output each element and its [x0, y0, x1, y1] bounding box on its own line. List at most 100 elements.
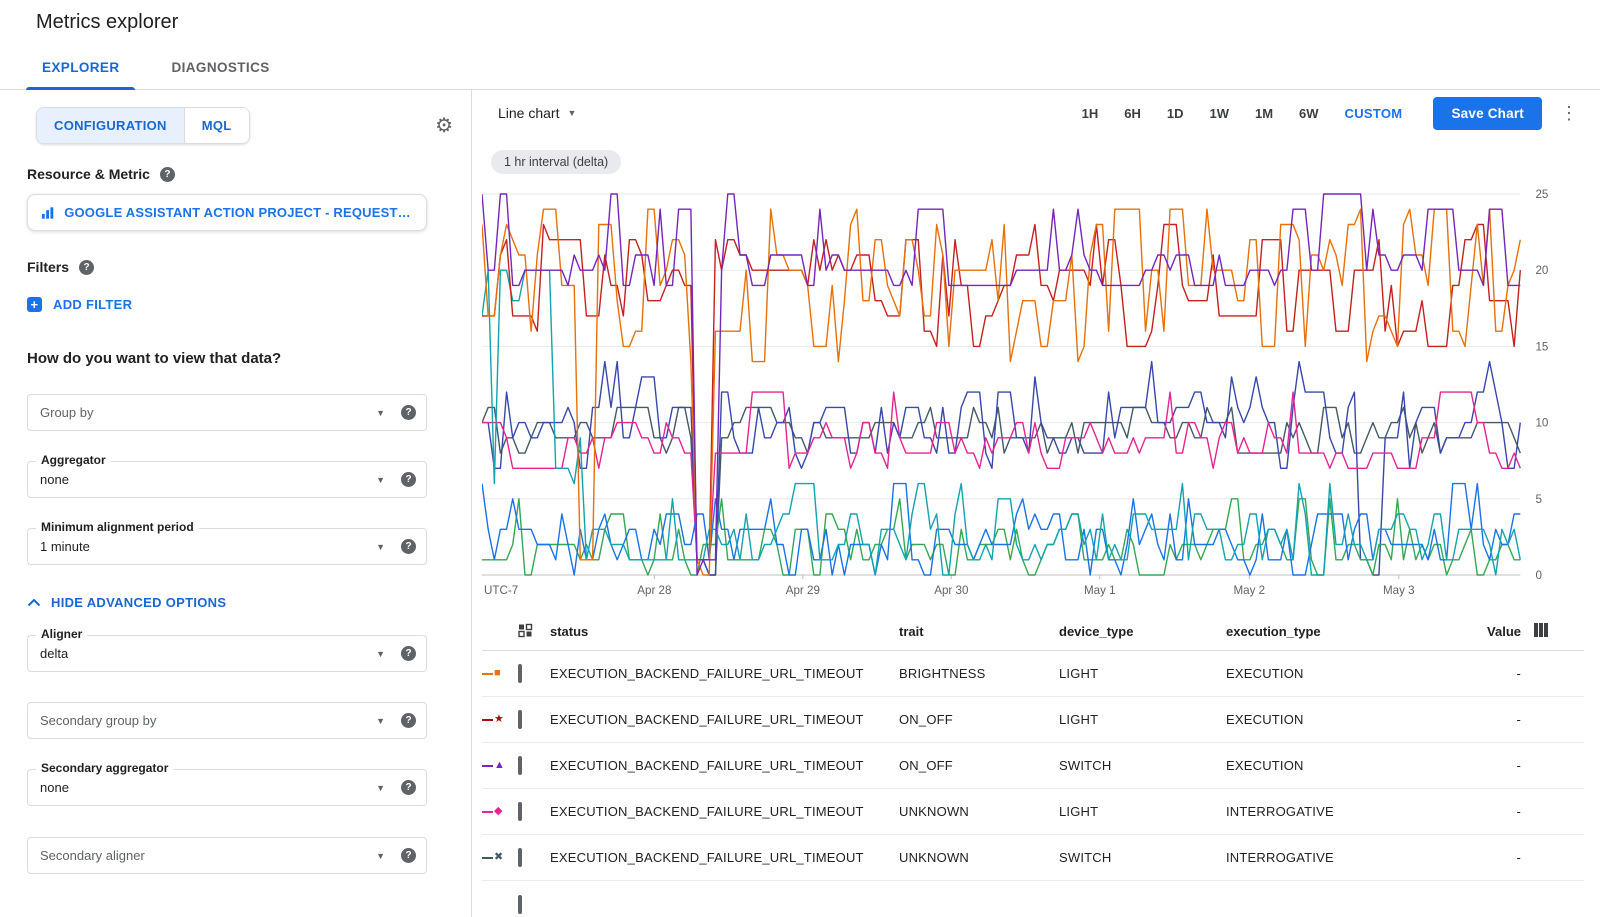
secondary-group-by-help-icon[interactable]: ? — [401, 713, 416, 728]
table-row[interactable]: ▲ EXECUTION_BACKEND_FAILURE_URL_TIMEOUT … — [482, 743, 1584, 789]
svg-text:25: 25 — [1535, 189, 1548, 201]
table-row[interactable]: ■ EXECUTION_BACKEND_FAILURE_URL_TIMEOUT … — [482, 651, 1584, 697]
more-options-icon[interactable]: ⋮ — [1554, 103, 1584, 124]
tab-diagnostics[interactable]: DIAGNOSTICS — [145, 45, 295, 90]
chart-toolbar: Line chart ▼ 1H6H1D1W1M6W CUSTOM Save Ch… — [472, 90, 1600, 136]
aggregator-label: Aggregator — [36, 453, 111, 467]
settings-gear-icon[interactable]: ⚙ — [435, 116, 453, 136]
aligner-label: Aligner — [36, 627, 87, 641]
column-device-type[interactable]: device_type — [1059, 624, 1226, 639]
dropdown-arrow-icon: ▼ — [376, 475, 385, 485]
time-range-group: 1H6H1D1W1M6W — [1069, 98, 1332, 129]
secondary-group-by-select[interactable]: Secondary group by ▼ ? — [27, 702, 427, 739]
table-row[interactable]: ★ EXECUTION_BACKEND_FAILURE_URL_TIMEOUT … — [482, 697, 1584, 743]
dropdown-arrow-icon: ▼ — [376, 408, 385, 418]
line-chart[interactable]: 0510152025Apr 28Apr 29Apr 30May 1May 2Ma… — [482, 180, 1584, 605]
time-range-1h[interactable]: 1H — [1069, 98, 1112, 129]
custom-time-range-button[interactable]: CUSTOM — [1332, 98, 1416, 129]
save-chart-button[interactable]: Save Chart — [1433, 97, 1542, 130]
aligner-row: Aligner delta ▼ ? — [27, 635, 427, 672]
aligner-help-icon[interactable]: ? — [401, 646, 416, 661]
resource-metric-selector[interactable]: GOOGLE ASSISTANT ACTION PROJECT - REQUES… — [27, 194, 427, 231]
cell-execution-type: EXECUTION — [1226, 712, 1466, 727]
aggregator-row: Aggregator none ▼ ? — [27, 461, 427, 498]
add-filter-button[interactable]: + ADD FILTER — [27, 297, 132, 312]
chart-panel: Line chart ▼ 1H6H1D1W1M6W CUSTOM Save Ch… — [472, 90, 1600, 917]
resource-metric-help-icon[interactable]: ? — [160, 167, 175, 182]
time-range-6w[interactable]: 6W — [1286, 98, 1332, 129]
aggregator-help-icon[interactable]: ? — [401, 472, 416, 487]
column-trait[interactable]: trait — [899, 624, 1059, 639]
cell-device-type: LIGHT — [1059, 712, 1226, 727]
group-by-select[interactable]: Group by ▼ ? — [27, 394, 427, 431]
group-by-row: Group by ▼ ? — [27, 394, 427, 431]
cell-trait: ON_OFF — [899, 758, 1059, 773]
config-header-row: CONFIGURATION MQL ⚙ — [27, 107, 471, 144]
aligner-value: delta — [40, 646, 376, 661]
column-value[interactable]: Value — [1466, 624, 1521, 639]
group-by-help-icon[interactable]: ? — [401, 405, 416, 420]
tab-bar: EXPLORER DIAGNOSTICS — [0, 45, 1600, 90]
metrics-explorer-app: Metrics explorer EXPLORER DIAGNOSTICS CO… — [0, 0, 1600, 917]
hide-advanced-options-button[interactable]: HIDE ADVANCED OPTIONS — [27, 595, 226, 610]
time-range-1w[interactable]: 1W — [1196, 98, 1242, 129]
cell-value: - — [1466, 666, 1521, 681]
chart-type-label: Line chart — [498, 105, 559, 121]
series-table: status trait device_type execution_type … — [482, 613, 1584, 917]
series-marker-icon: ◆ — [482, 806, 518, 817]
tab-explorer[interactable]: EXPLORER — [16, 45, 145, 90]
svg-text:May 2: May 2 — [1233, 585, 1265, 597]
row-checkbox[interactable] — [518, 895, 522, 914]
secondary-aggregator-label: Secondary aggregator — [36, 761, 173, 775]
config-mode-toggle: CONFIGURATION MQL — [36, 107, 250, 144]
svg-text:0: 0 — [1535, 570, 1541, 582]
filters-help-icon[interactable]: ? — [79, 260, 94, 275]
cell-status: EXECUTION_BACKEND_FAILURE_URL_TIMEOUT — [550, 804, 899, 819]
series-marker-icon: ★ — [482, 714, 518, 725]
secondary-aligner-help-icon[interactable]: ? — [401, 848, 416, 863]
cell-status: EXECUTION_BACKEND_FAILURE_URL_TIMEOUT — [550, 850, 899, 865]
table-header: status trait device_type execution_type … — [482, 613, 1584, 651]
legend-toggle-icon[interactable] — [518, 623, 533, 638]
minimum-alignment-help-icon[interactable]: ? — [401, 539, 416, 554]
svg-text:Apr 28: Apr 28 — [637, 585, 671, 597]
secondary-aligner-select[interactable]: Secondary aligner ▼ ? — [27, 837, 427, 874]
dropdown-arrow-icon: ▼ — [376, 542, 385, 552]
row-checkbox[interactable] — [518, 664, 522, 683]
row-checkbox[interactable] — [518, 756, 522, 775]
table-row-partial — [482, 881, 1584, 917]
row-checkbox[interactable] — [518, 848, 522, 867]
column-execution-type[interactable]: execution_type — [1226, 624, 1466, 639]
configuration-panel: CONFIGURATION MQL ⚙ Resource & Metric ? … — [0, 90, 472, 917]
configuration-mode-button[interactable]: CONFIGURATION — [37, 108, 184, 143]
series-marker-icon: ✖ — [482, 852, 518, 863]
svg-text:UTC-7: UTC-7 — [484, 585, 518, 597]
table-row[interactable]: ◆ EXECUTION_BACKEND_FAILURE_URL_TIMEOUT … — [482, 789, 1584, 835]
column-settings-icon[interactable] — [1533, 622, 1549, 638]
time-range-1d[interactable]: 1D — [1154, 98, 1197, 129]
mql-mode-button[interactable]: MQL — [184, 108, 249, 143]
svg-text:10: 10 — [1535, 418, 1548, 430]
column-status[interactable]: status — [550, 624, 899, 639]
interval-chip[interactable]: 1 hr interval (delta) — [491, 150, 621, 174]
cell-status: EXECUTION_BACKEND_FAILURE_URL_TIMEOUT — [550, 666, 899, 681]
cell-device-type: LIGHT — [1059, 804, 1226, 819]
cell-status: EXECUTION_BACKEND_FAILURE_URL_TIMEOUT — [550, 758, 899, 773]
series-marker-icon: ▲ — [482, 760, 518, 771]
secondary-aggregator-help-icon[interactable]: ? — [401, 780, 416, 795]
table-row[interactable]: ✖ EXECUTION_BACKEND_FAILURE_URL_TIMEOUT … — [482, 835, 1584, 881]
minimum-alignment-row: Minimum alignment period 1 minute ▼ ? — [27, 528, 427, 565]
time-range-1m[interactable]: 1M — [1242, 98, 1286, 129]
row-checkbox[interactable] — [518, 710, 522, 729]
resource-metric-value: GOOGLE ASSISTANT ACTION PROJECT - REQUES… — [64, 205, 414, 220]
time-range-6h[interactable]: 6H — [1111, 98, 1154, 129]
cell-trait: ON_OFF — [899, 712, 1059, 727]
main-content: CONFIGURATION MQL ⚙ Resource & Metric ? … — [0, 90, 1600, 917]
cell-value: - — [1466, 758, 1521, 773]
dropdown-arrow-icon: ▼ — [376, 783, 385, 793]
row-checkbox[interactable] — [518, 802, 522, 821]
chart-type-selector[interactable]: Line chart ▼ — [498, 105, 576, 121]
resource-metric-label: Resource & Metric — [27, 166, 150, 182]
secondary-aggregator-value: none — [40, 780, 376, 795]
svg-text:15: 15 — [1535, 341, 1548, 353]
